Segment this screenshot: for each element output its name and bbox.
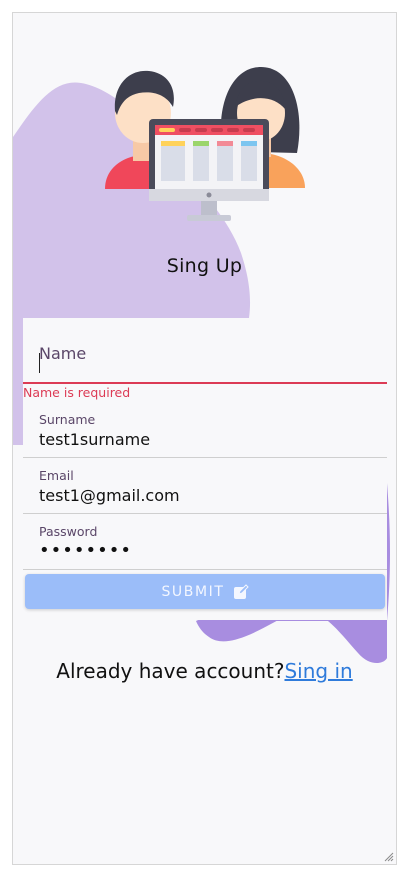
name-field-label: Name <box>39 344 87 363</box>
surname-field-value[interactable]: test1surname <box>39 430 150 449</box>
password-field[interactable]: Password •••••••• <box>23 514 387 570</box>
edit-icon <box>233 583 249 599</box>
signin-prompt-text: Already have account? <box>56 659 285 683</box>
signup-window: Sing Up Name Name is required Surname te… <box>12 12 397 865</box>
password-field-label: Password <box>39 524 98 539</box>
password-field-value[interactable]: •••••••• <box>39 540 132 561</box>
users-monitor-illustration <box>105 67 305 221</box>
surname-field[interactable]: Surname test1surname <box>23 402 387 458</box>
submit-button[interactable]: SUBMIT <box>25 574 385 609</box>
email-field-value[interactable]: test1@gmail.com <box>39 486 180 505</box>
surname-field-label: Surname <box>39 412 96 427</box>
name-error-message: Name is required <box>23 385 131 400</box>
signin-link[interactable]: Sing in <box>284 659 352 683</box>
signin-prompt: Already have account?Sing in <box>13 659 396 683</box>
name-field[interactable]: Name <box>23 318 387 384</box>
text-caret <box>39 353 40 373</box>
email-field[interactable]: Email test1@gmail.com <box>23 458 387 514</box>
email-field-label: Email <box>39 468 74 483</box>
submit-button-label: SUBMIT <box>161 583 225 600</box>
resize-handle-icon[interactable] <box>382 850 394 862</box>
page-title: Sing Up <box>166 255 243 277</box>
signup-form: Name Name is required Surname test1surna… <box>23 318 387 620</box>
